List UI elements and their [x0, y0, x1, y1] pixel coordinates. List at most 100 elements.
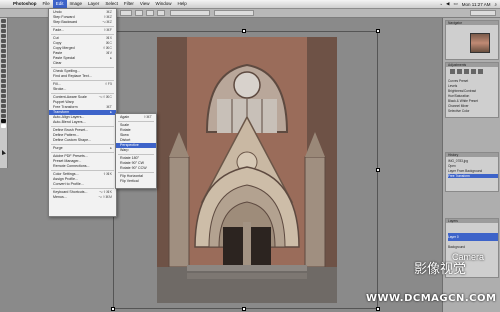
- submenu-item-flip-vertical[interactable]: Flip Vertical: [116, 179, 156, 184]
- pen-tool-icon[interactable]: [1, 89, 6, 93]
- document-canvas[interactable]: [157, 37, 337, 303]
- path-select-tool-icon[interactable]: [1, 99, 6, 103]
- vibrance-icon[interactable]: [478, 69, 483, 74]
- history-title[interactable]: History: [446, 153, 498, 157]
- adjustments-title[interactable]: Adjustments: [446, 63, 498, 67]
- eraser-tool-icon[interactable]: [1, 69, 6, 73]
- menu-item-clear[interactable]: Clear: [49, 61, 116, 66]
- navigator-thumbnail[interactable]: [470, 33, 490, 53]
- brightness-icon[interactable]: [450, 69, 455, 74]
- menu-edit[interactable]: Edit: [52, 0, 67, 8]
- menu-separator: [118, 172, 154, 173]
- adjustment-row[interactable]: Curves Preset: [448, 79, 498, 83]
- volume-icon[interactable]: ◀: [446, 1, 449, 7]
- lasso-tool-icon[interactable]: [1, 29, 6, 33]
- menu-item-find-replace[interactable]: Find and Replace Text...: [49, 74, 116, 79]
- menu-layer[interactable]: Layer: [85, 0, 102, 8]
- history-row[interactable]: IMG_0783.jpg: [448, 159, 498, 163]
- eyedropper-tool-icon[interactable]: [1, 44, 6, 48]
- menu-item-remote-connections[interactable]: Remote Connections...: [49, 164, 116, 169]
- menu-help[interactable]: Help: [175, 0, 190, 8]
- spotlight-icon[interactable]: ⌕: [494, 2, 497, 7]
- menu-filter[interactable]: Filter: [121, 0, 137, 8]
- menu-window[interactable]: Window: [153, 0, 175, 8]
- app-menu[interactable]: Photoshop: [10, 0, 40, 8]
- submenu-item-again[interactable]: Again ⇧⌘T: [116, 115, 156, 120]
- menu-separator: [51, 26, 114, 27]
- blur-tool-icon[interactable]: [1, 79, 6, 83]
- navigator-title[interactable]: Navigator: [446, 21, 498, 25]
- adjustment-row[interactable]: Levels: [448, 84, 498, 88]
- clock[interactable]: Mon 11:27 AM: [462, 2, 491, 7]
- history-brush-tool-icon[interactable]: [1, 64, 6, 68]
- adjustment-row[interactable]: Channel Mixer: [448, 104, 498, 108]
- option-toggle[interactable]: [146, 10, 154, 16]
- transform-handle-bottom-left[interactable]: [111, 307, 115, 311]
- menu-separator: [51, 144, 114, 145]
- transform-handle-bottom-center[interactable]: [242, 307, 246, 311]
- crop-tool-icon[interactable]: [1, 39, 6, 43]
- menu-separator: [118, 154, 154, 155]
- transform-handle-top-right[interactable]: [376, 29, 380, 33]
- history-row-selected[interactable]: Free Transform: [448, 174, 498, 178]
- adjustment-row[interactable]: Selective Color: [448, 109, 498, 113]
- option-toggle[interactable]: [157, 10, 165, 16]
- menu-item-stroke[interactable]: Stroke...: [49, 87, 116, 92]
- exposure-icon[interactable]: [471, 69, 476, 74]
- menu-view[interactable]: View: [137, 0, 153, 8]
- option-field[interactable]: [170, 10, 210, 16]
- layers-title[interactable]: Layers: [446, 219, 498, 223]
- menu-separator: [51, 170, 114, 171]
- history-row[interactable]: Layer From Background: [448, 169, 498, 173]
- battery-icon[interactable]: ▭: [454, 1, 458, 7]
- layer-row-selected[interactable]: Layer 0: [448, 233, 498, 241]
- move-tool-icon[interactable]: [1, 19, 6, 23]
- menu-item-fade[interactable]: Fade... ⇧⌘F: [49, 28, 116, 33]
- transform-handle-bottom-right[interactable]: [376, 307, 380, 311]
- menu-separator: [51, 34, 114, 35]
- hand-tool-icon[interactable]: [1, 109, 6, 113]
- curves-icon[interactable]: [464, 69, 469, 74]
- transform-handle-middle-right[interactable]: [376, 168, 380, 172]
- quick-select-tool-icon[interactable]: [1, 34, 6, 38]
- brush-tool-icon[interactable]: [1, 54, 6, 58]
- wifi-icon[interactable]: ◔: [439, 2, 442, 7]
- history-row[interactable]: Open: [448, 164, 498, 168]
- clone-stamp-tool-icon[interactable]: [1, 59, 6, 63]
- gradient-tool-icon[interactable]: [1, 74, 6, 78]
- menu-item-convert-profile[interactable]: Convert to Profile...: [49, 182, 116, 187]
- menu-item-auto-blend-layers[interactable]: Auto-Blend Layers...: [49, 120, 116, 125]
- menu-file[interactable]: File: [40, 0, 53, 8]
- shape-tool-icon[interactable]: [1, 104, 6, 108]
- menu-separator: [51, 80, 114, 81]
- transform-handle-top-center[interactable]: [242, 29, 246, 33]
- tool-preset-picker[interactable]: [120, 10, 132, 16]
- navigator-panel: Navigator: [445, 20, 499, 60]
- menu-separator: [118, 121, 154, 122]
- menu-image[interactable]: Image: [67, 0, 86, 8]
- submenu-item-warp[interactable]: Warp: [116, 148, 156, 153]
- dodge-tool-icon[interactable]: [1, 84, 6, 88]
- zoom-tool-icon[interactable]: [1, 114, 6, 118]
- option-field[interactable]: [214, 10, 254, 16]
- option-toggle[interactable]: [135, 10, 143, 16]
- levels-icon[interactable]: [457, 69, 462, 74]
- submenu-item-rotate-90-ccw[interactable]: Rotate 90° CCW: [116, 166, 156, 171]
- healing-brush-tool-icon[interactable]: [1, 49, 6, 53]
- adjustment-row[interactable]: Hue/Saturation: [448, 94, 498, 98]
- transform-submenu: Again ⇧⌘T Scale Rotate Skew Distort Persp…: [115, 113, 157, 189]
- menu-item-purge[interactable]: Purge ▸: [49, 146, 116, 151]
- marquee-tool-icon[interactable]: [1, 24, 6, 28]
- adjustment-row[interactable]: Black & White Preset: [448, 99, 498, 103]
- layer-row[interactable]: Background: [448, 243, 498, 251]
- menu-item-step-backward[interactable]: Step Backward ⌥⌘Z: [49, 20, 116, 25]
- type-tool-icon[interactable]: [1, 94, 6, 98]
- menu-separator: [51, 152, 114, 153]
- workspace-switcher[interactable]: [470, 10, 496, 16]
- foreground-color-swatch[interactable]: [1, 119, 6, 123]
- adjustment-row[interactable]: Brightness/Contrast: [448, 89, 498, 93]
- menu-item-menus[interactable]: Menus... ⌥⇧⌘M: [49, 195, 116, 200]
- menu-select[interactable]: Select: [102, 0, 121, 8]
- background-color-swatch[interactable]: [1, 124, 6, 128]
- menu-item-define-custom-shape[interactable]: Define Custom Shape...: [49, 138, 116, 143]
